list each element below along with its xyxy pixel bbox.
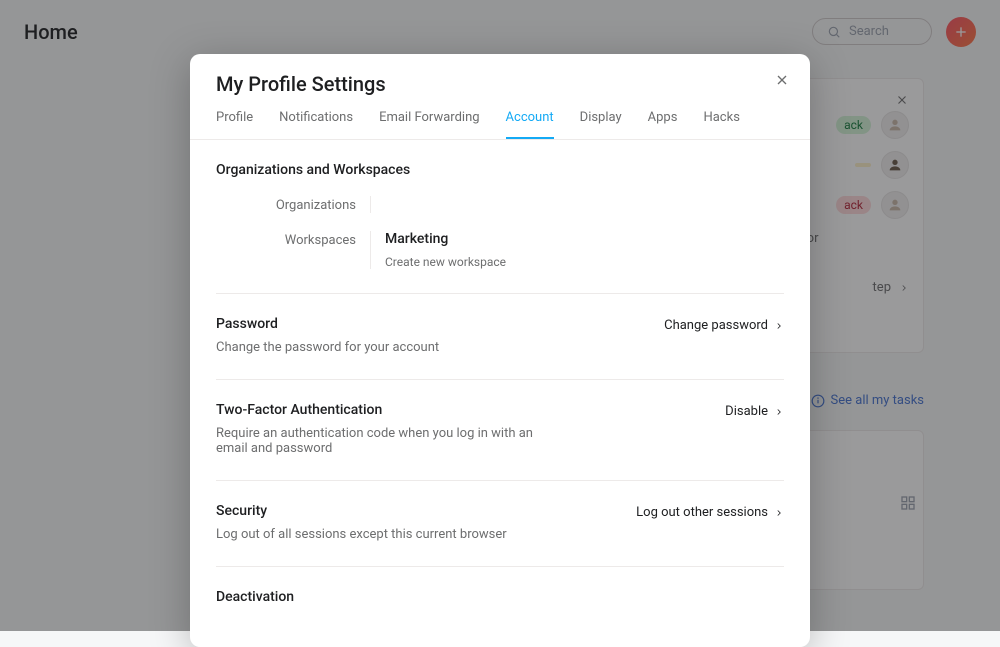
section-password: Password Change the password for your ac… <box>216 293 784 379</box>
chevron-right-icon <box>774 508 784 518</box>
tab-email-forwarding[interactable]: Email Forwarding <box>379 110 479 139</box>
section-description: Require an authentication code when you … <box>216 426 546 456</box>
section-two-factor: Two-Factor Authentication Require an aut… <box>216 379 784 480</box>
tab-apps[interactable]: Apps <box>648 110 678 139</box>
chevron-right-icon <box>774 407 784 417</box>
chevron-right-icon <box>774 321 784 331</box>
organizations-label: Organizations <box>216 196 356 213</box>
disable-2fa-link[interactable]: Disable <box>725 402 784 419</box>
tab-display[interactable]: Display <box>580 110 622 139</box>
section-title: Two-Factor Authentication <box>216 402 546 418</box>
close-button[interactable] <box>774 72 790 92</box>
section-title: Security <box>216 503 507 519</box>
tab-profile[interactable]: Profile <box>216 110 253 139</box>
tab-notifications[interactable]: Notifications <box>279 110 353 139</box>
tabs: Profile Notifications Email Forwarding A… <box>190 96 810 140</box>
tab-hacks[interactable]: Hacks <box>703 110 739 139</box>
workspace-name[interactable]: Marketing <box>385 231 784 247</box>
create-workspace-link[interactable]: Create new workspace <box>385 255 784 269</box>
logout-sessions-link[interactable]: Log out other sessions <box>636 503 784 520</box>
section-deactivation: Deactivation <box>216 566 784 637</box>
workspaces-label: Workspaces <box>216 231 356 269</box>
change-password-link[interactable]: Change password <box>664 316 784 333</box>
section-description: Change the password for your account <box>216 340 439 355</box>
section-title: Password <box>216 316 439 332</box>
section-title: Deactivation <box>216 589 784 605</box>
settings-modal: My Profile Settings Profile Notification… <box>190 54 810 647</box>
tab-account[interactable]: Account <box>506 110 554 139</box>
section-description: Log out of all sessions except this curr… <box>216 527 507 542</box>
modal-title: My Profile Settings <box>216 72 784 96</box>
section-security: Security Log out of all sessions except … <box>216 480 784 566</box>
modal-overlay[interactable]: My Profile Settings Profile Notification… <box>0 0 1000 631</box>
close-icon <box>774 72 790 88</box>
section-organizations-workspaces: Organizations and Workspaces Organizatio… <box>216 158 784 293</box>
section-title: Organizations and Workspaces <box>216 162 784 178</box>
